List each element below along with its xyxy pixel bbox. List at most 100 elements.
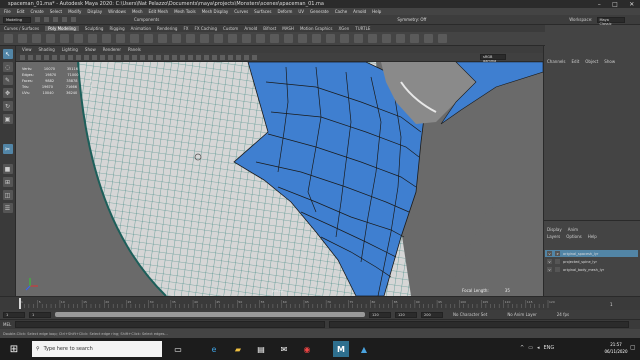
panel-tool-icon[interactable] xyxy=(108,54,113,60)
layer-visibility-toggle[interactable]: V xyxy=(547,267,552,272)
panel-tool-icon[interactable] xyxy=(44,54,49,60)
panel-tool-icon[interactable] xyxy=(212,54,217,60)
mirror-icon[interactable] xyxy=(158,34,167,43)
shelf-tab-bifrost[interactable]: Bifrost xyxy=(263,26,276,31)
fill-hole-icon[interactable] xyxy=(228,34,237,43)
menu-windows[interactable]: Windows xyxy=(108,9,126,14)
maya-taskbar-icon[interactable]: M xyxy=(333,341,349,357)
multi-cut-tool-icon[interactable]: ✂ xyxy=(2,144,13,154)
layer-tab-display[interactable]: Display xyxy=(547,227,562,232)
outliner-layout-icon[interactable]: ☰ xyxy=(2,203,13,213)
channel-tab-channels[interactable]: Channels xyxy=(547,59,566,64)
minimize-button[interactable]: – xyxy=(598,1,601,8)
shelf-tab-rigging[interactable]: Rigging xyxy=(109,26,124,31)
poly-torus-icon[interactable] xyxy=(74,34,83,43)
panel-tool-icon[interactable] xyxy=(28,54,33,60)
poly-cylinder-icon[interactable] xyxy=(32,34,41,43)
panel-tool-icon[interactable] xyxy=(60,54,65,60)
layer-type-toggle[interactable] xyxy=(555,259,560,264)
rotate-tool-icon[interactable]: ↻ xyxy=(2,101,13,111)
layer-tab-anim[interactable]: Anim xyxy=(568,227,578,232)
fps-dropdown[interactable]: 24 fps xyxy=(557,312,569,317)
open-scene-icon[interactable] xyxy=(44,17,49,22)
shelf-tab-sculpting[interactable]: Sculpting xyxy=(85,26,104,31)
layer-row[interactable]: Vprojected_spine_lyr xyxy=(545,258,638,265)
uv-editor-icon[interactable] xyxy=(382,34,391,43)
shelf-tab-fx-caching[interactable]: FX Caching xyxy=(195,26,217,31)
panel-menu-view[interactable]: View xyxy=(22,47,32,52)
smooth-icon[interactable] xyxy=(130,34,139,43)
panel-tool-icon[interactable] xyxy=(236,54,241,60)
panel-tool-icon[interactable] xyxy=(52,54,57,60)
color-management-field[interactable]: sRGB gamma xyxy=(480,54,506,63)
panel-menu-show[interactable]: Show xyxy=(85,47,96,52)
single-view-layout-icon[interactable]: ■ xyxy=(2,164,13,174)
undo-icon[interactable] xyxy=(62,17,67,22)
extrude-icon[interactable] xyxy=(186,34,195,43)
components-label[interactable]: Components xyxy=(134,17,159,22)
range-end-field[interactable]: 120 xyxy=(369,311,391,318)
panel-tool-icon[interactable] xyxy=(228,54,233,60)
menu-select[interactable]: Select xyxy=(50,9,62,14)
menu-mesh-display[interactable]: Mesh Display xyxy=(202,9,229,14)
channel-tab-object[interactable]: Object xyxy=(585,59,598,64)
menu-mesh-tools[interactable]: Mesh Tools xyxy=(174,9,196,14)
poly-cube-icon[interactable] xyxy=(18,34,27,43)
chrome-icon[interactable]: ◉ xyxy=(299,341,315,357)
panel-tool-icon[interactable] xyxy=(132,54,137,60)
shelf-tab-custom[interactable]: Custom xyxy=(223,26,238,31)
panel-tool-icon[interactable] xyxy=(188,54,193,60)
menu-curves[interactable]: Curves xyxy=(234,9,248,14)
target-weld-icon[interactable] xyxy=(256,34,265,43)
menu-create[interactable]: Create xyxy=(30,9,43,14)
panel-tool-icon[interactable] xyxy=(68,54,73,60)
panel-tool-icon[interactable] xyxy=(156,54,161,60)
workspace-dropdown[interactable]: Maya Classic xyxy=(596,16,625,26)
menu-surfaces[interactable]: Surfaces xyxy=(254,9,271,14)
range-start-field[interactable]: 1 xyxy=(29,311,51,318)
mail-icon[interactable]: ✉ xyxy=(276,341,292,357)
panel-tool-icon[interactable] xyxy=(180,54,185,60)
panel-menu-lighting[interactable]: Lighting xyxy=(62,47,78,52)
redo-icon[interactable] xyxy=(71,17,76,22)
edge-icon[interactable]: e xyxy=(206,341,222,357)
taskbar-search[interactable]: ⚲ Type here to search xyxy=(32,341,162,357)
harden-edge-icon[interactable] xyxy=(340,34,349,43)
panel-menu-panels[interactable]: Panels xyxy=(128,47,141,52)
panel-tool-icon[interactable] xyxy=(252,54,257,60)
menu-arnold[interactable]: Arnold xyxy=(353,9,366,14)
network-icon[interactable]: ▭ xyxy=(528,345,533,351)
menu-help[interactable]: Help xyxy=(372,9,381,14)
panel-tool-icon[interactable] xyxy=(36,54,41,60)
menu-set-dropdown[interactable]: Modeling xyxy=(3,16,31,23)
shelf-tab-xgen[interactable]: XGen xyxy=(338,26,349,31)
save-scene-icon[interactable] xyxy=(53,17,58,22)
mel-input[interactable] xyxy=(15,321,326,328)
menu-cache[interactable]: Cache xyxy=(335,9,347,14)
shelf-tab-curves-surfaces[interactable]: Curves / Surfaces xyxy=(4,26,39,31)
layer-menu-options[interactable]: Options xyxy=(566,234,581,239)
shelf-tab-motion-graphics[interactable]: Motion Graphics xyxy=(300,26,333,31)
insert-edge-loop-icon[interactable] xyxy=(270,34,279,43)
mel-label[interactable]: MEL xyxy=(3,322,11,327)
boolean-icon[interactable] xyxy=(144,34,153,43)
layer-menu-help[interactable]: Help xyxy=(588,234,597,239)
notification-icon[interactable]: ▢ xyxy=(630,344,636,351)
select-tool-icon[interactable]: ↖ xyxy=(2,49,13,59)
shelf-tab-turtle[interactable]: TURTLE xyxy=(355,26,370,31)
windows-start-icon[interactable]: ⊞ xyxy=(6,341,22,357)
menu-generate[interactable]: Generate xyxy=(310,9,329,14)
layer-visibility-toggle[interactable]: V xyxy=(547,259,552,264)
store-icon[interactable]: ▤ xyxy=(253,341,269,357)
layer-row[interactable]: V Poriginal_spacesh_lyr xyxy=(545,250,638,257)
side-by-side-layout-icon[interactable]: ◫ xyxy=(2,190,13,200)
new-scene-icon[interactable] xyxy=(35,17,40,22)
soften-edge-icon[interactable] xyxy=(326,34,335,43)
panel-tool-icon[interactable] xyxy=(116,54,121,60)
panel-tool-icon[interactable] xyxy=(164,54,169,60)
panel-tool-icon[interactable] xyxy=(220,54,225,60)
menu-deform[interactable]: Deform xyxy=(277,9,292,14)
delete-history-icon[interactable] xyxy=(424,34,433,43)
collapse-icon[interactable] xyxy=(312,34,321,43)
panel-tool-icon[interactable] xyxy=(100,54,105,60)
